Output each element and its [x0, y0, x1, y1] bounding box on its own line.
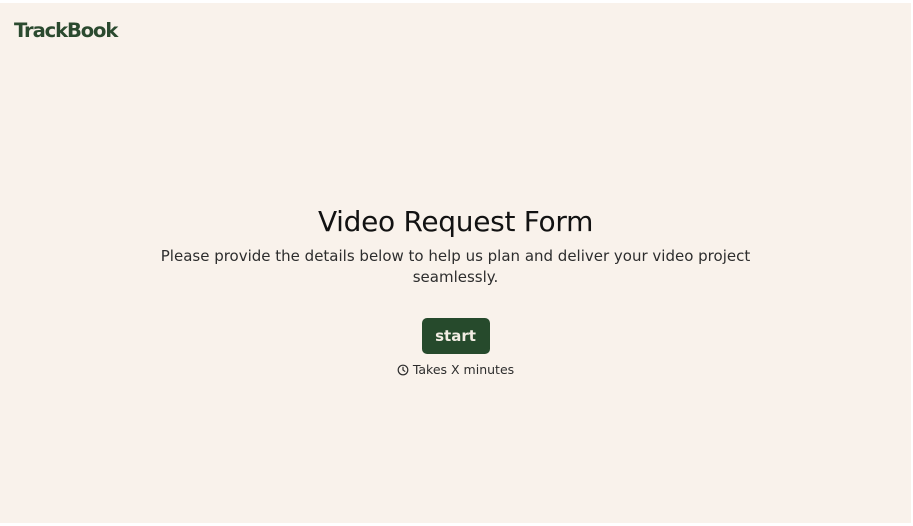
- form-landing-page: TrackBook Video Request Form Please prov…: [0, 3, 911, 523]
- form-title: Video Request Form: [317, 205, 594, 238]
- form-description: Please provide the details below to help…: [160, 247, 751, 286]
- start-button[interactable]: start: [421, 318, 490, 354]
- brand-logo: TrackBook: [14, 19, 118, 42]
- clock-icon: [397, 364, 409, 376]
- duration-text: Takes X minutes: [412, 362, 515, 377]
- duration-note: Takes X minutes: [0, 362, 911, 377]
- form-intro: Video Request Form Please provide the de…: [0, 203, 911, 377]
